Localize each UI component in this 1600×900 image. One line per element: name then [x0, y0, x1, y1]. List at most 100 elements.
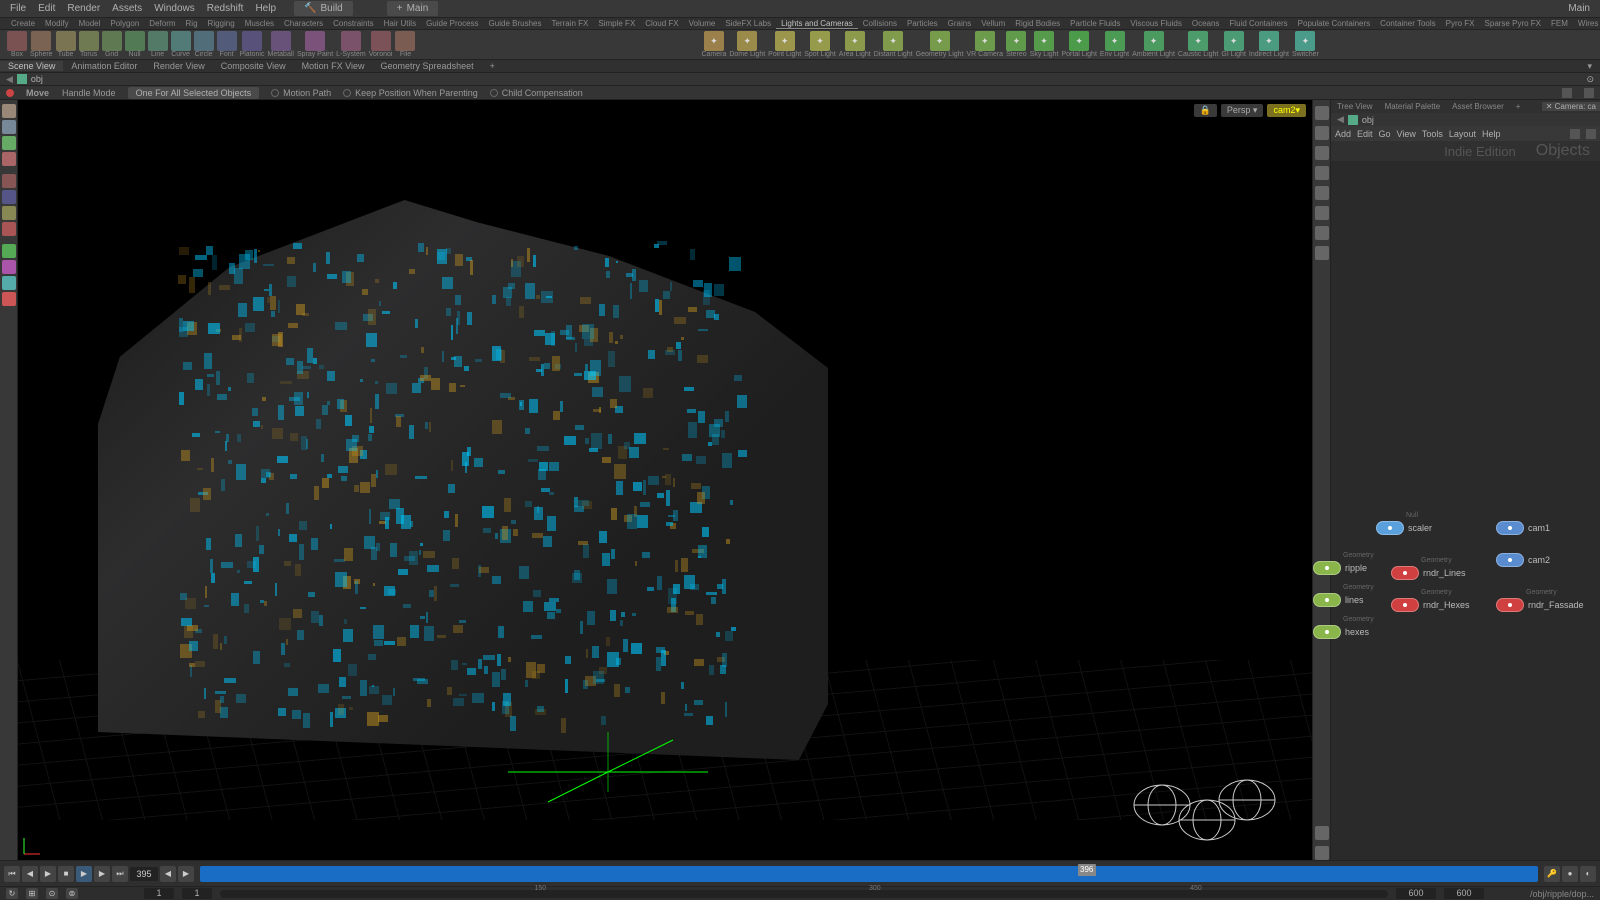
shelf-containertools[interactable]: Container Tools — [1375, 19, 1440, 28]
opt-motion-path[interactable]: Motion Path — [271, 88, 331, 98]
shelf-terrain[interactable]: Terrain FX — [546, 19, 593, 28]
node-cam1[interactable]: cam1 — [1496, 521, 1550, 535]
light-geometry-light[interactable]: ✦Geometry Light — [915, 31, 965, 58]
shelf-fluidcontainers[interactable]: Fluid Containers — [1224, 19, 1292, 28]
light-dome-light[interactable]: ✦Dome Light — [728, 31, 766, 58]
menu-help[interactable]: Help — [249, 1, 282, 16]
light-sky-light[interactable]: ✦Sky Light — [1029, 31, 1060, 58]
node-scaler[interactable]: Nullscaler — [1376, 521, 1432, 535]
light-camera[interactable]: ✦Camera — [700, 31, 727, 58]
right-path-text[interactable]: obj — [1362, 115, 1374, 125]
shelf-rig[interactable]: Rig — [181, 19, 203, 28]
tool-platonic[interactable]: Platonic — [239, 31, 266, 58]
range-end-field[interactable]: 600 — [1444, 888, 1484, 899]
light-vr-camera[interactable]: ✦VR Camera — [965, 31, 1004, 58]
opt-child-comp[interactable]: Child Compensation — [490, 88, 583, 98]
build-button[interactable]: 🔨Build — [294, 1, 353, 16]
tab-material-palette[interactable]: Material Palette — [1379, 102, 1447, 111]
goto-end-icon[interactable]: ⏭ — [112, 866, 128, 882]
shelf-oceans[interactable]: Oceans — [1187, 19, 1225, 28]
shelf-collisions[interactable]: Collisions — [858, 19, 902, 28]
range-rstart-field[interactable]: 1 — [182, 888, 212, 899]
light-distant-light[interactable]: ✦Distant Light — [873, 31, 914, 58]
net-menu-view[interactable]: View — [1397, 129, 1416, 139]
material-icon[interactable] — [1315, 246, 1329, 260]
handle-mode-dropdown[interactable]: One For All Selected Objects — [128, 87, 260, 99]
tab-asset-browser[interactable]: Asset Browser — [1446, 102, 1510, 111]
shelf-labs[interactable]: SideFX Labs — [720, 19, 776, 28]
stop-icon[interactable]: ■ — [58, 866, 74, 882]
sb-icon-3[interactable]: ⊙ — [46, 888, 58, 899]
sb-icon-2[interactable]: ⊞ — [26, 888, 38, 899]
viewport-persp-menu[interactable]: Persp ▾ — [1221, 104, 1264, 117]
viewport-3d[interactable]: 🔒 Persp ▾ cam2▾ — [18, 100, 1312, 860]
shelf-model[interactable]: Model — [74, 19, 106, 28]
net-menu-go[interactable]: Go — [1379, 129, 1391, 139]
playhead[interactable]: 396 — [1078, 864, 1096, 876]
tool-font[interactable]: Font — [216, 31, 238, 58]
network-view[interactable]: Nullscalercam1cam2GeometryrippleGeometry… — [1331, 161, 1600, 860]
inspect-tool-icon[interactable] — [2, 260, 16, 274]
tab-scene-view[interactable]: Scene View — [0, 61, 63, 71]
xray-icon[interactable] — [1315, 206, 1329, 220]
menu-redshift[interactable]: Redshift — [201, 1, 250, 16]
menu-render[interactable]: Render — [61, 1, 106, 16]
range-start-field[interactable]: 1 — [144, 888, 174, 899]
menu-windows[interactable]: Windows — [148, 1, 201, 16]
tab-render-view[interactable]: Render View — [145, 61, 212, 71]
handles-tool-icon[interactable] — [2, 206, 16, 220]
tool-curve[interactable]: Curve — [170, 31, 192, 58]
shelf-sparsepyro[interactable]: Sparse Pyro FX — [1480, 19, 1546, 28]
render-region-icon[interactable] — [2, 244, 16, 258]
tab-geo-spreadsheet[interactable]: Geometry Spreadsheet — [373, 61, 482, 71]
tab-motionfx-view[interactable]: Motion FX View — [294, 61, 373, 71]
hq-icon[interactable] — [1315, 226, 1329, 240]
light-area-light[interactable]: ✦Area Light — [838, 31, 872, 58]
tool-file[interactable]: File — [394, 31, 416, 58]
shelf-constraints[interactable]: Constraints — [328, 19, 378, 28]
shelf-simplefx[interactable]: Simple FX — [593, 19, 640, 28]
goto-start-icon[interactable]: ⏮ — [4, 866, 20, 882]
lighting-icon[interactable] — [1315, 146, 1329, 160]
shelf-guideprocess[interactable]: Guide Process — [421, 19, 483, 28]
net-menu-add[interactable]: Add — [1335, 129, 1351, 139]
shading-icon[interactable] — [1315, 126, 1329, 140]
flipbook-icon[interactable] — [2, 276, 16, 290]
step-back-icon[interactable]: ◀ — [22, 866, 38, 882]
shelf-wires[interactable]: Wires — [1573, 19, 1600, 28]
shelf-muscles[interactable]: Muscles — [240, 19, 279, 28]
shelf-rigging[interactable]: Rigging — [203, 19, 240, 28]
timeline-track[interactable]: 396 150300450 — [200, 866, 1538, 882]
node-hexes[interactable]: Geometryhexes — [1313, 625, 1369, 639]
scope-icon[interactable]: ◐ — [1580, 866, 1596, 882]
tool-voronoi[interactable]: Voronoi — [368, 31, 394, 58]
node-rndr_Fassade[interactable]: Geometryrndr_Fassade — [1496, 598, 1584, 612]
sb-icon-4[interactable]: ⊚ — [66, 888, 78, 899]
net-menu-layout[interactable]: Layout — [1449, 129, 1476, 139]
node-lines[interactable]: Geometrylines — [1313, 593, 1364, 607]
tool-box[interactable]: Box — [6, 31, 28, 58]
net-menu-tools[interactable]: Tools — [1422, 129, 1443, 139]
opt-keep-position[interactable]: Keep Position When Parenting — [343, 88, 478, 98]
autokey-icon[interactable]: ● — [1562, 866, 1578, 882]
desktop-main-button[interactable]: +Main — [387, 1, 439, 16]
node-cam2[interactable]: cam2 — [1496, 553, 1550, 567]
light-indirect-light[interactable]: ✦Indirect Light — [1248, 31, 1290, 58]
opt-icon-1[interactable] — [1562, 88, 1572, 98]
next-key-icon[interactable]: ▶ — [178, 866, 194, 882]
scale-tool-icon[interactable] — [2, 152, 16, 166]
frame-icon[interactable] — [1315, 846, 1329, 860]
light-spot-light[interactable]: ✦Spot Light — [803, 31, 837, 58]
play-back-icon[interactable]: ▶ — [40, 866, 56, 882]
menu-file[interactable]: File — [4, 1, 32, 16]
net-menu-help[interactable]: Help — [1482, 129, 1501, 139]
opt-icon-2[interactable] — [1584, 88, 1594, 98]
light-switcher[interactable]: ✦Switcher — [1291, 31, 1320, 58]
range-rend-field[interactable]: 600 — [1396, 888, 1436, 899]
lock-icon[interactable]: 🔒 — [1194, 104, 1217, 117]
shelf-pyro[interactable]: Pyro FX — [1441, 19, 1480, 28]
net-tool-icon[interactable] — [1570, 129, 1580, 139]
home-icon[interactable] — [1315, 826, 1329, 840]
node-rndr_Hexes[interactable]: Geometryrndr_Hexes — [1391, 598, 1470, 612]
range-slider[interactable] — [220, 890, 1388, 898]
